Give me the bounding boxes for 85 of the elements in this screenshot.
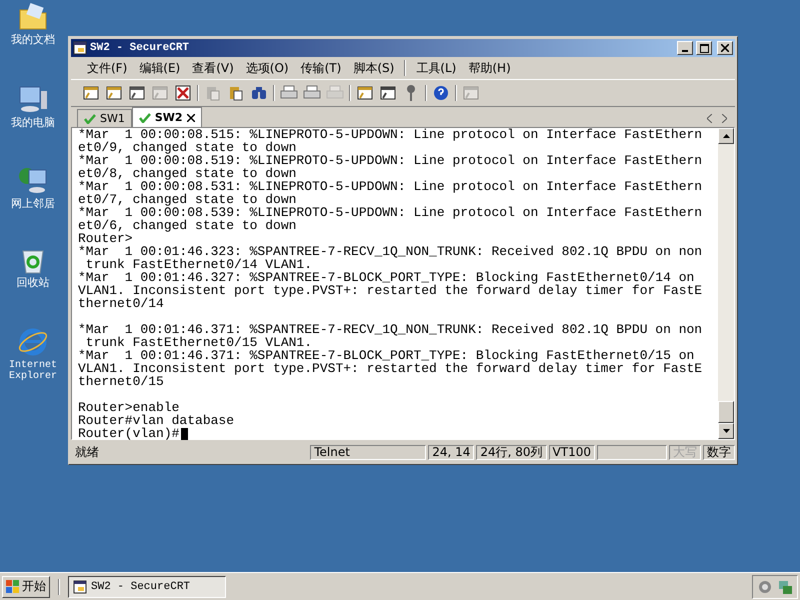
up-arrow-icon[interactable]	[722, 134, 730, 138]
down-arrow-icon[interactable]	[722, 429, 730, 433]
app-icon	[73, 41, 87, 55]
maximize-icon	[700, 44, 708, 52]
binoculars-icon	[251, 85, 267, 101]
menu-item[interactable]: 帮助(H)	[462, 58, 517, 78]
status-message: 就绪	[75, 444, 100, 460]
scrollbar[interactable]	[718, 128, 734, 439]
tab-label: SW1	[100, 112, 125, 125]
app-icon	[73, 580, 87, 594]
clipboard-icon	[228, 85, 244, 101]
minimize-button[interactable]	[677, 41, 693, 55]
terminal-line: thernet0/14	[78, 297, 164, 310]
window-icon	[128, 84, 146, 102]
menu-item[interactable]: 脚本(S)	[347, 58, 400, 78]
taskbar-button[interactable]: SW2 - SecureCRT	[68, 576, 226, 598]
window-title: SW2 - SecureCRT	[90, 42, 190, 54]
terminal-line: *Mar 1 00:00:08.539: %LINEPROTO-5-UPDOWN: Line protocol on Interface FastEthern	[78, 206, 702, 219]
menu-item[interactable]: 传输(T)	[294, 58, 348, 78]
terminal-line: trunk FastEthernet0/14 VLAN1.	[86, 258, 312, 271]
terminal-line: *Mar 1 00:01:46.323: %SPANTREE-7-RECV_1Q_NON_TRUNK: Received 802.1Q BPDU on non	[78, 245, 702, 258]
browser-icon	[17, 326, 49, 358]
window-icon	[151, 84, 169, 102]
window-icon	[105, 84, 123, 102]
tab-label: SW2	[154, 111, 183, 124]
terminal-line: *Mar 1 00:01:46.371: %SPANTREE-7-RECV_1Q_NON_TRUNK: Received 802.1Q BPDU on non	[78, 323, 702, 336]
terminal-line: et0/9, changed state to down	[78, 141, 296, 154]
status-panel	[597, 444, 667, 460]
close-button[interactable]	[717, 41, 733, 55]
copy-icon	[205, 85, 221, 101]
terminal-line: et0/7, changed state to down	[78, 193, 296, 206]
terminal-line: trunk FastEthernet0/15 VLAN1.	[86, 336, 312, 349]
terminal-line: *Mar 1 00:01:46.327: %SPANTREE-7-BLOCK_PORT_TYPE: Blocking FastEthernet0/14 on	[78, 271, 694, 284]
session-tab[interactable]: SW1	[77, 109, 132, 127]
terminal-line: Router(vlan)#	[78, 427, 180, 440]
desktop-icon-label[interactable]: 我的文档	[11, 34, 55, 46]
maximize-button[interactable]	[696, 41, 712, 55]
toolbar-button[interactable]	[431, 83, 451, 103]
window-icon	[379, 84, 397, 102]
session-tab[interactable]: SW2	[132, 107, 202, 127]
check-icon	[84, 114, 96, 124]
window-icon	[356, 84, 374, 102]
terminal-line: et0/6, changed state to down	[78, 219, 296, 232]
status-panel: VT100	[548, 444, 595, 460]
close-icon[interactable]	[186, 114, 195, 122]
key-icon	[406, 84, 416, 102]
window-icon	[82, 84, 100, 102]
desktop-icon-label[interactable]: 网上邻居	[11, 198, 55, 210]
menu-item[interactable]: 文件(F)	[81, 58, 134, 78]
terminal-line: *Mar 1 00:00:08.531: %LINEPROTO-5-UPDOWN: Line protocol on Interface FastEthern	[78, 180, 702, 193]
close-icon	[721, 44, 729, 52]
menu-item[interactable]: 编辑(E)	[133, 58, 186, 78]
printer-icon	[326, 85, 344, 101]
terminal-line: VLAN1. Inconsistent port type.PVST+: restarted the forward delay timer for FastE	[78, 362, 702, 375]
terminal-line: Router>enable	[78, 401, 180, 414]
start-button[interactable]: 开始	[2, 576, 50, 598]
terminal-line: et0/8, changed state to down	[78, 167, 296, 180]
status-panel: 24行, 80列	[476, 444, 547, 460]
menu-item[interactable]: 查看(V)	[186, 58, 240, 78]
disconnect-icon	[174, 84, 192, 102]
help-icon	[433, 85, 449, 101]
status-panel: 24, 14	[428, 444, 474, 460]
desktop-icon-label[interactable]: 我的电脑	[11, 117, 55, 129]
terminal-line: Router>	[78, 232, 133, 245]
status-panel: 数字	[703, 444, 735, 460]
folder-icon	[18, 2, 48, 32]
desktop-icon-label[interactable]: 回收站	[16, 277, 50, 289]
terminal-line: VLAN1. Inconsistent port type.PVST+: restarted the forward delay timer for FastE	[78, 284, 702, 297]
window-icon	[462, 84, 480, 102]
terminal-line: *Mar 1 00:01:46.371: %SPANTREE-7-BLOCK_PORT_TYPE: Blocking FastEthernet0/15 on	[78, 349, 694, 362]
windows-logo-icon	[6, 580, 20, 594]
terminal-line: *Mar 1 00:00:08.515: %LINEPROTO-5-UPDOWN: Line protocol on Interface FastEthern	[78, 128, 702, 141]
menu-item[interactable]: 选项(O)	[240, 58, 295, 78]
network-icon[interactable]	[777, 578, 793, 594]
terminal-line: Router#vlan database	[78, 414, 234, 427]
menu-item[interactable]: 工具(L)	[410, 58, 462, 78]
status-panel: Telnet	[310, 444, 426, 460]
printer-icon	[303, 85, 321, 101]
check-icon	[138, 112, 151, 122]
scroll-thumb[interactable]	[718, 401, 734, 423]
toolbar-button[interactable]	[173, 83, 193, 103]
desktop-icon-label[interactable]: Internet Explorer	[1, 360, 65, 382]
printer-icon	[280, 85, 298, 101]
terminal-line: thernet0/15	[78, 375, 164, 388]
terminal-line: *Mar 1 00:00:08.519: %LINEPROTO-5-UPDOWN: Line protocol on Interface FastEthern	[78, 154, 702, 167]
